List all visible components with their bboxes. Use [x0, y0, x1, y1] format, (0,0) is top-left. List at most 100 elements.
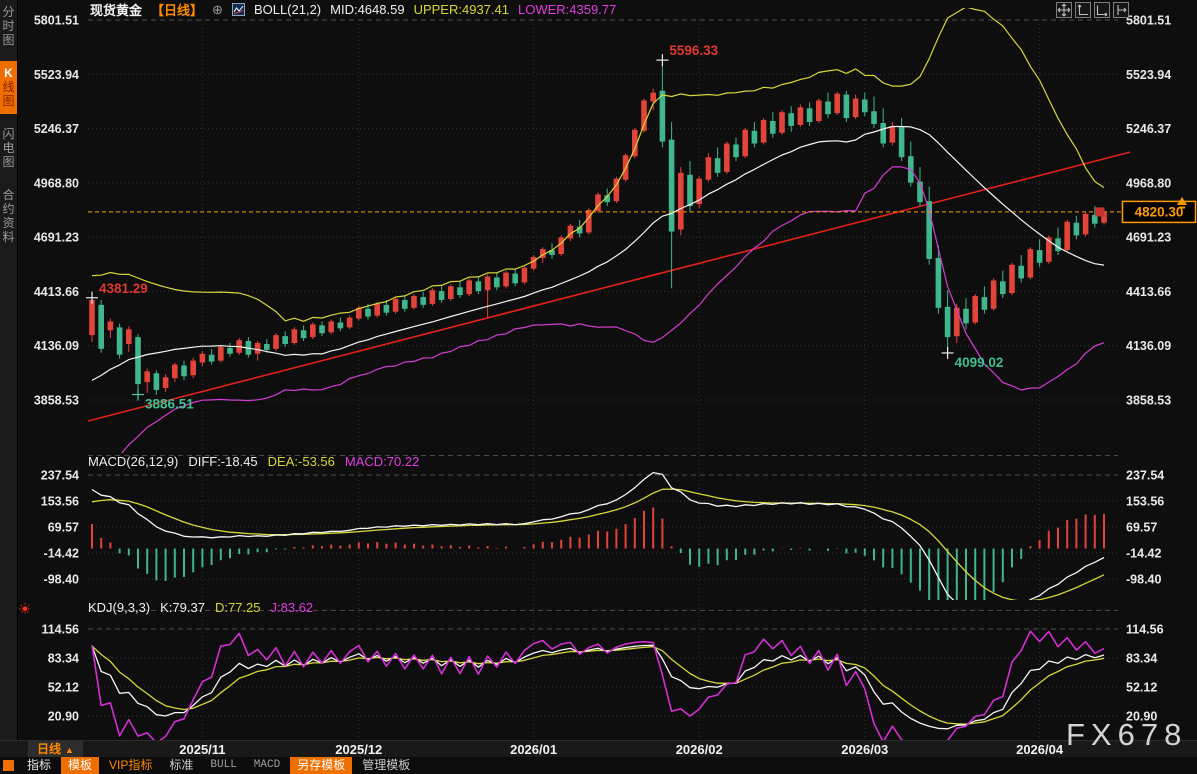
zoom-x-axis-icon[interactable]	[1094, 2, 1110, 18]
candle[interactable]	[742, 128, 748, 158]
candle[interactable]	[319, 321, 325, 336]
candle[interactable]	[917, 167, 923, 206]
candle[interactable]	[825, 93, 831, 118]
candle[interactable]	[466, 278, 472, 296]
candle[interactable]	[218, 345, 224, 363]
candle[interactable]	[494, 273, 500, 291]
candle[interactable]	[154, 370, 160, 394]
sidebar-tab-1[interactable]: 分时图	[0, 0, 17, 53]
candle[interactable]	[1074, 216, 1080, 239]
candle[interactable]	[779, 110, 785, 134]
candle[interactable]	[926, 187, 932, 265]
candle[interactable]	[641, 99, 647, 133]
candle[interactable]	[402, 295, 408, 312]
candle[interactable]	[945, 290, 951, 353]
candle[interactable]	[328, 320, 334, 335]
footer-tab-2[interactable]: 模板	[61, 757, 99, 774]
candle[interactable]	[485, 275, 491, 318]
footer-tab-4[interactable]: 标准	[162, 757, 200, 774]
candle[interactable]	[1000, 271, 1006, 298]
candle[interactable]	[89, 298, 95, 342]
candle[interactable]	[144, 368, 150, 392]
candle[interactable]	[816, 99, 822, 123]
mini-chart-icon[interactable]	[232, 3, 245, 16]
candle[interactable]	[788, 106, 794, 131]
candle[interactable]	[669, 122, 675, 288]
sidebar-tab-3[interactable]: 闪电图	[0, 122, 17, 175]
candle[interactable]	[724, 142, 730, 174]
candle[interactable]	[209, 349, 215, 365]
candle[interactable]	[798, 104, 804, 126]
footer-tab-6[interactable]: MACD	[247, 757, 287, 774]
candle[interactable]	[347, 316, 353, 330]
candle[interactable]	[1037, 239, 1043, 266]
zoom-y-axis-icon[interactable]	[1075, 2, 1091, 18]
orange-square-icon[interactable]	[3, 760, 14, 771]
period-selector-button[interactable]: 日线▲	[28, 741, 83, 758]
candle[interactable]	[282, 331, 288, 347]
candle[interactable]	[761, 118, 767, 144]
candle[interactable]	[172, 363, 178, 383]
candle[interactable]	[190, 358, 196, 379]
candle[interactable]	[393, 297, 399, 314]
candle[interactable]	[117, 323, 123, 358]
candle[interactable]	[227, 343, 233, 357]
candle[interactable]	[273, 333, 279, 351]
candle[interactable]	[853, 95, 859, 119]
candle[interactable]	[181, 361, 187, 381]
chart-canvas[interactable]: 4820.305801.515801.515523.945523.945246.…	[0, 0, 1197, 774]
candle[interactable]	[126, 326, 132, 351]
candle[interactable]	[522, 266, 528, 285]
candle[interactable]	[660, 60, 666, 147]
candle[interactable]	[972, 294, 978, 324]
plus-circle-icon[interactable]: ⊕	[212, 2, 223, 18]
candle[interactable]	[338, 318, 344, 332]
candle[interactable]	[733, 138, 739, 161]
footer-tab-1[interactable]: 指标	[20, 757, 58, 774]
candle[interactable]	[558, 235, 564, 256]
candle[interactable]	[1018, 255, 1024, 282]
candle[interactable]	[512, 269, 518, 287]
candle[interactable]	[503, 271, 509, 289]
candle[interactable]	[448, 284, 454, 301]
shift-right-icon[interactable]	[1113, 2, 1129, 18]
footer-tab-8[interactable]: 管理模板	[355, 757, 417, 774]
candle[interactable]	[807, 102, 813, 125]
candle[interactable]	[715, 147, 721, 176]
candle[interactable]	[411, 294, 417, 310]
candle[interactable]	[301, 325, 307, 341]
candle[interactable]	[752, 122, 758, 147]
candle[interactable]	[1028, 247, 1034, 279]
candle[interactable]	[420, 292, 426, 308]
candle[interactable]	[871, 97, 877, 128]
pan-crosshair-icon[interactable]	[1056, 2, 1072, 18]
trend-line[interactable]	[88, 152, 1130, 421]
candle[interactable]	[292, 327, 298, 345]
candle[interactable]	[531, 255, 537, 271]
candle[interactable]	[1064, 220, 1070, 252]
candle[interactable]	[439, 286, 445, 303]
candle[interactable]	[982, 286, 988, 313]
candle[interactable]	[862, 93, 868, 116]
candle[interactable]	[457, 281, 463, 298]
candle[interactable]	[1055, 228, 1061, 255]
footer-tab-3[interactable]: VIP指标	[102, 757, 159, 774]
candle[interactable]	[899, 118, 905, 161]
candle[interactable]	[834, 92, 840, 115]
footer-tab-7[interactable]: 另存模板	[290, 757, 352, 774]
candle[interactable]	[310, 322, 316, 339]
candle[interactable]	[595, 192, 601, 213]
candle[interactable]	[678, 167, 684, 235]
footer-tab-5[interactable]: BULL	[203, 757, 243, 774]
candle[interactable]	[991, 278, 997, 310]
candle[interactable]	[844, 91, 850, 122]
sidebar-tab-4[interactable]: 合约资料	[0, 183, 17, 250]
sidebar-tab-2[interactable]: K线图	[0, 61, 17, 114]
candle[interactable]	[135, 334, 141, 394]
candle[interactable]	[1083, 212, 1089, 236]
candle[interactable]	[696, 177, 702, 208]
candle[interactable]	[163, 374, 169, 392]
candle[interactable]	[963, 298, 969, 329]
candle[interactable]	[908, 142, 914, 187]
candle[interactable]	[430, 288, 436, 306]
